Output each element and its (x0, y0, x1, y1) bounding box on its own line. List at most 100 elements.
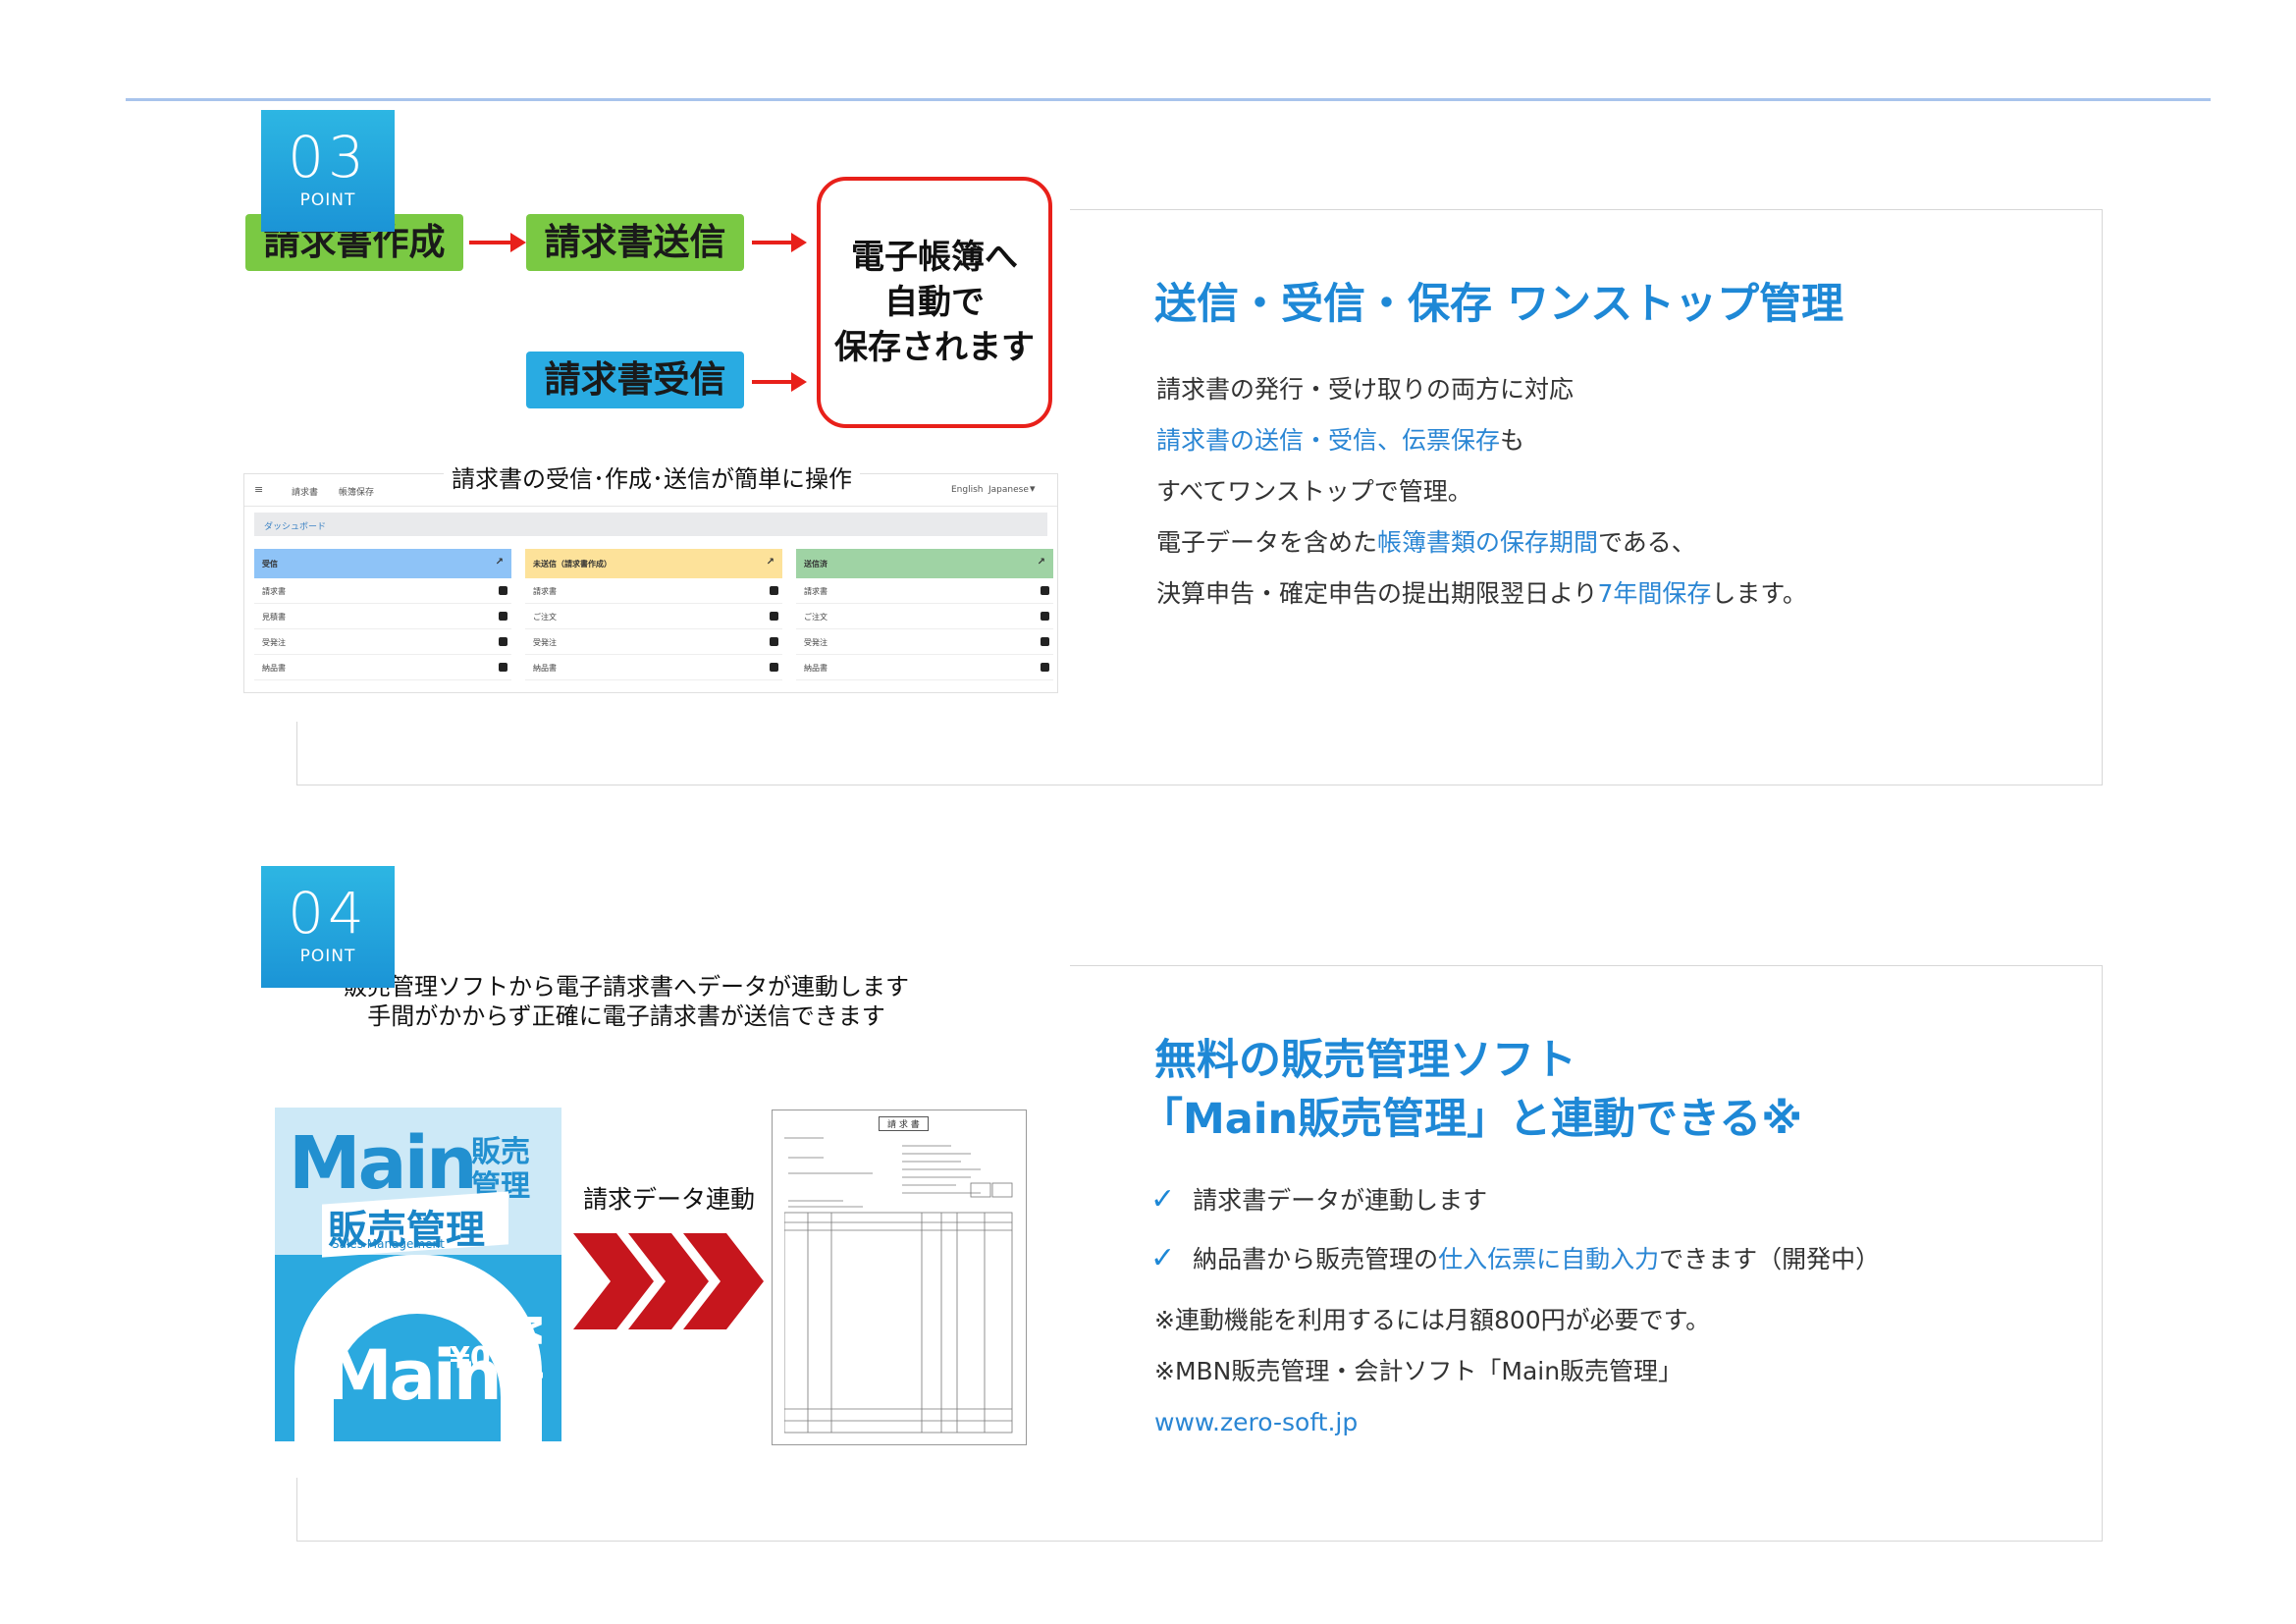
point-04-heading-line-1: 無料の販売管理ソフト (1154, 1036, 1576, 1085)
lang-japanese: Japanese (988, 485, 1029, 495)
dashboard-row-label: 納品書 (804, 664, 828, 673)
point-04-heading-line-2: 「Main販売管理」と連動できる※ (1141, 1095, 1803, 1144)
dashboard-row[interactable]: 受発注 (254, 629, 511, 655)
count-badge-icon (499, 612, 507, 621)
dashboard-column: 受信 ↗ 請求書見積書受発注納品書 (254, 549, 511, 680)
dashboard-row[interactable]: 請求書 (254, 578, 511, 604)
body-text: 決算申告・確定申告の提出期限翌日より (1156, 579, 1598, 608)
flow-arrow-icon (752, 372, 807, 392)
open-arrow-icon[interactable]: ↗ (767, 557, 774, 568)
dashboard-row-label: 受発注 (533, 638, 557, 647)
highlight-text: 7年間保存 (1597, 579, 1712, 608)
count-badge-icon (1041, 663, 1049, 672)
dashboard-row[interactable]: 受発注 (525, 629, 782, 655)
save-line-3: 保存されます (834, 328, 1035, 367)
intro-text: 販売管理ソフトから電子請求書へデータが連動します 手間がかからず正確に電子請求書… (344, 972, 909, 1031)
open-arrow-icon[interactable]: ↗ (1038, 557, 1045, 568)
dashboard-row-label: ご注文 (804, 613, 828, 622)
top-divider (126, 98, 2211, 101)
point-04-checklist: ✓ 請求書データが連動します ✓ 納品書から販売管理の仕入伝票に自動入力できます（開発… (1150, 1183, 1880, 1301)
body-text: すべてワンストップで管理。 (1156, 477, 1472, 506)
highlight-text: 請求書の送信・受信、伝票保存 (1156, 426, 1501, 455)
body-text: できます（開発中） (1659, 1245, 1881, 1273)
dashboard-row[interactable]: 納品書 (525, 655, 782, 680)
dashboard-column-header[interactable]: 送信済 ↗ (796, 549, 1053, 578)
dashboard-row[interactable]: 請求書 (796, 578, 1053, 604)
count-badge-icon (1041, 637, 1049, 646)
check-item: ✓ 納品書から販売管理の仕入伝票に自動入力できます（開発中） (1150, 1242, 1880, 1301)
note-software: ※MBN販売管理・会計ソフト「Main販売管理」 (1154, 1357, 1683, 1385)
point-label: POINT (299, 190, 356, 210)
screenshot-caption: 請求書の受信･作成･送信が簡単に操作 (444, 460, 860, 494)
dashboard-row-label: 見積書 (262, 613, 286, 622)
flow-send-invoice: 請求書送信 (526, 214, 744, 271)
check-item: ✓ 請求書データが連動します (1150, 1183, 1880, 1242)
count-badge-icon (770, 612, 778, 621)
body-text: 電子データを含めた (1156, 528, 1378, 557)
body-line: 決算申告・確定申告の提出期限翌日より7年間保存します。 (1156, 577, 1807, 628)
dashboard-row[interactable]: 請求書 (525, 578, 782, 604)
dashboard-row[interactable]: 見積書 (254, 604, 511, 629)
count-badge-icon (770, 637, 778, 646)
box-price-badge: ¥0 (450, 1341, 491, 1376)
dashboard-row[interactable]: ご注文 (796, 604, 1053, 629)
dashboard-row[interactable]: 納品書 (254, 655, 511, 680)
count-badge-icon (1041, 586, 1049, 595)
box-band-sub: Sales Management (332, 1237, 445, 1251)
body-text: 請求書データが連動します (1193, 1186, 1488, 1215)
body-line: すべてワンストップで管理。 (1156, 475, 1807, 526)
dashboard-row-label: 納品書 (262, 664, 286, 673)
count-badge-icon (770, 663, 778, 672)
dashboard-column-header[interactable]: 未送信（請求書作成） ↗ (525, 549, 782, 578)
point-label: POINT (299, 947, 356, 966)
dashboard-row-label: 受発注 (262, 638, 286, 647)
point-03-body: 請求書の発行・受け取りの両方に対応 請求書の送信・受信、伝票保存も すべてワンストッ… (1156, 373, 1807, 628)
dashboard-row[interactable]: ご注文 (525, 604, 782, 629)
lang-english: English (951, 485, 984, 495)
zero-soft-link[interactable]: www.zero-soft.jp (1154, 1406, 1358, 1439)
intro-line-2: 手間がかからず正確に電子請求書が送信できます (367, 1002, 885, 1030)
main-software-box-image: Main 販売 管理 販売管理 Sales Management Main ¥0… (275, 1108, 561, 1441)
save-line-1: 電子帳簿へ (851, 238, 1018, 277)
dashboard-row-label: 受発注 (804, 638, 828, 647)
dashboard-row-label: 納品書 (533, 664, 557, 673)
open-arrow-icon[interactable]: ↗ (496, 557, 504, 568)
dashboard-column-header[interactable]: 受信 ↗ (254, 549, 511, 578)
point-number: 03 (288, 124, 368, 190)
box-spine-text: Main (508, 1314, 548, 1405)
dashboard-screenshot: ≡ 請求書 帳簿保存 English Japanese ▾ ダッシュボード 受信… (243, 473, 1058, 693)
dashboard-column-title: 受信 (262, 560, 278, 568)
intro-line-1: 販売管理ソフトから電子請求書へデータが連動します (344, 973, 909, 1001)
breadcrumb: ダッシュボード (264, 522, 327, 532)
menu-icon: ≡ (254, 483, 264, 496)
count-badge-icon (499, 637, 507, 646)
link-chevrons-icon (573, 1233, 764, 1329)
dashboard-column-title: 送信済 (804, 560, 828, 568)
point-04-badge: 04 POINT (261, 866, 395, 988)
flow-arrow-icon (752, 233, 807, 252)
flow-arrow-icon (469, 233, 526, 252)
dashboard-column: 未送信（請求書作成） ↗ 請求書ご注文受発注納品書 (525, 549, 782, 680)
body-text: 請求書の発行・受け取りの両方に対応 (1156, 375, 1575, 404)
save-line-2: 自動で (884, 283, 985, 322)
invoice-title: 請 求 書 (879, 1116, 929, 1131)
dashboard-row[interactable]: 受発注 (796, 629, 1053, 655)
flow-receive-invoice: 請求書受信 (526, 352, 744, 408)
dashboard-column: 送信済 ↗ 請求書ご注文受発注納品書 (796, 549, 1053, 680)
count-badge-icon (499, 586, 507, 595)
body-text: します。 (1711, 579, 1807, 608)
point-03-badge: 03 POINT (261, 110, 395, 232)
invoice-document-image: 請 求 書 (772, 1110, 1027, 1445)
box-logo-top: Main (289, 1121, 478, 1206)
dashboard-row[interactable]: 納品書 (796, 655, 1053, 680)
dashboard-row-label: ご注文 (533, 613, 557, 622)
count-badge-icon (770, 586, 778, 595)
body-line: 請求書の発行・受け取りの両方に対応 (1156, 373, 1807, 424)
dashboard-column-title: 未送信（請求書作成） (533, 560, 612, 568)
body-line: 電子データを含めた帳簿書類の保存期間である、 (1156, 526, 1807, 577)
count-badge-icon (499, 663, 507, 672)
user-icon: ▾ (1030, 482, 1036, 495)
dashboard-row-label: 請求書 (262, 587, 286, 596)
dashboard-row-label: 請求書 (804, 587, 828, 596)
checkmark-icon: ✓ (1150, 1182, 1176, 1217)
